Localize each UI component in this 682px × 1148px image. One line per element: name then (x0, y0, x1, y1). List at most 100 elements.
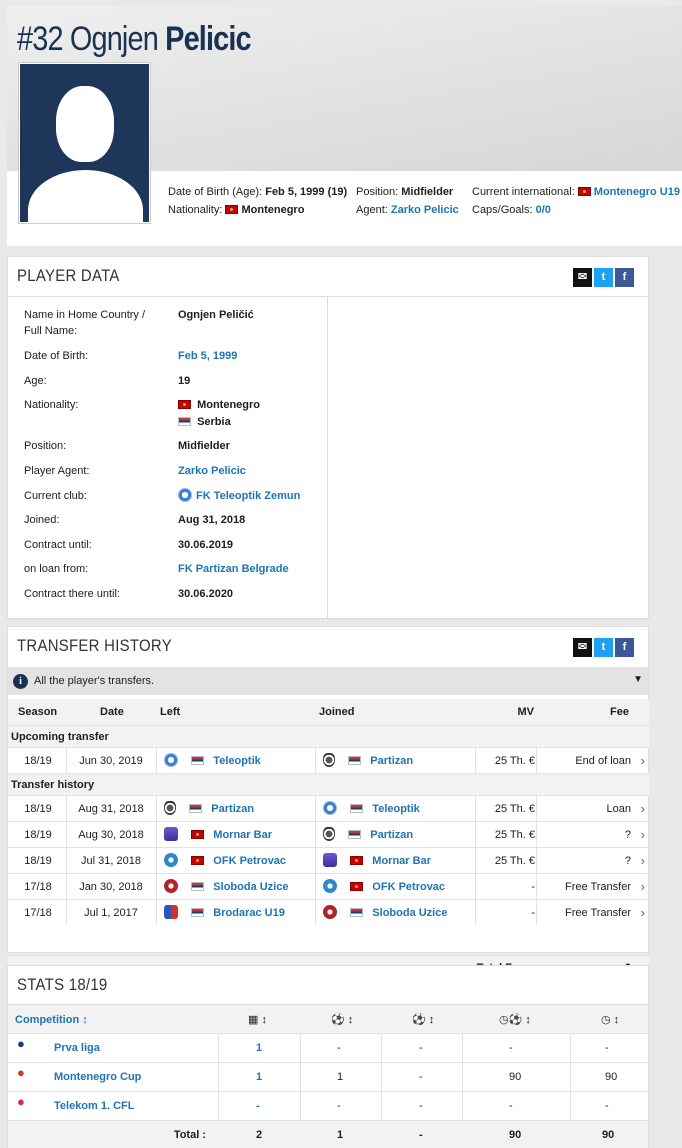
caps-link[interactable]: 0/0 (536, 204, 551, 216)
competition-logo-icon: ● (17, 1036, 25, 1051)
stats-row: ● Prva liga 1 - - - - (8, 1033, 648, 1062)
date-cell: Jul 31, 2018 (81, 855, 141, 867)
table-row[interactable]: 18/19 Jul 31, 2018 OFK Petrovac Mornar Ba… (8, 847, 649, 873)
left-club-cell[interactable]: Sloboda Uzice (164, 874, 288, 900)
joined-club-cell[interactable]: Partizan (323, 748, 413, 774)
assists-cell: - (419, 1100, 423, 1112)
fee-cell: End of loan (575, 755, 631, 767)
goals-cell: 1 (337, 1071, 344, 1083)
chevron-right-icon[interactable]: › (641, 874, 645, 900)
chevron-right-icon[interactable]: › (641, 848, 645, 874)
competition-sort[interactable]: Competition ↕ (15, 1006, 88, 1034)
apps-cell[interactable]: 1 (256, 1034, 262, 1062)
joined-club-cell[interactable]: Sloboda Uzice (323, 900, 447, 926)
assists-icon[interactable]: ⚽ ↕ (412, 1006, 434, 1034)
left-club-cell[interactable]: Teleoptik (164, 748, 261, 774)
date-cell: Aug 30, 2018 (78, 829, 144, 841)
joined-club-cell[interactable]: Partizan (323, 822, 413, 848)
fee-cell: ? (624, 829, 631, 841)
left-header: Left (160, 706, 181, 718)
competition-link[interactable]: Montenegro Cup (54, 1063, 141, 1091)
minutes-cell: - (605, 1042, 609, 1054)
facebook-icon[interactable]: f (615, 268, 634, 287)
fee-cell: Free Transfer (564, 881, 631, 893)
competition-link[interactable]: Prva liga (54, 1034, 100, 1062)
competition-link[interactable]: Telekom 1. CFL (54, 1092, 134, 1120)
agent-info: Agent: Zarko Pelicic (356, 204, 459, 216)
table-row[interactable]: 18/19 Jun 30, 2019 Teleoptik Partizan 25 T… (8, 747, 649, 773)
apps-cell[interactable]: 1 (256, 1063, 262, 1091)
first-name: Ognjen (69, 20, 159, 58)
chevron-right-icon[interactable]: › (641, 822, 645, 848)
left-club-cell[interactable]: Partizan (164, 796, 254, 822)
last-name: Pelicic (165, 20, 251, 58)
joined-club-cell[interactable]: Mornar Bar (323, 848, 431, 874)
mv-cell: - (531, 881, 535, 893)
club-crest-icon (164, 905, 178, 919)
player-data-title: PLAYER DATA (17, 266, 120, 285)
season-cell: 18/19 (24, 829, 52, 841)
club-label: Current club: (24, 490, 87, 502)
international-link[interactable]: Montenegro U19 (594, 186, 680, 198)
name-value: Ognjen Peličić (178, 309, 254, 321)
table-row[interactable]: 18/19 Aug 31, 2018 Partizan Teleoptik 25 T… (8, 795, 649, 821)
table-row[interactable]: 17/18 Jan 30, 2018 Sloboda Uzice OFK Petr… (8, 873, 649, 899)
left-club-cell[interactable]: Brodarac U19 (164, 900, 285, 926)
table-row[interactable]: 17/18 Jul 1, 2017 Brodarac U19 Sloboda Uz… (8, 899, 649, 925)
joined-club-cell[interactable]: OFK Petrovac (323, 874, 445, 900)
table-row[interactable]: 18/19 Aug 30, 2018 Mornar Bar Partizan 25 … (8, 821, 649, 847)
minutes-icon[interactable]: ◷ ↕ (601, 1006, 619, 1034)
season-cell: 17/18 (24, 881, 52, 893)
club-crest-icon (323, 827, 335, 841)
mv-cell: 25 Th. € (494, 829, 535, 841)
season-cell: 18/19 (24, 803, 52, 815)
joined-value: Aug 31, 2018 (178, 514, 246, 526)
loan-club-link[interactable]: FK Partizan Belgrade (178, 561, 289, 577)
facebook-icon[interactable]: f (615, 638, 634, 657)
nationality-2: Serbia (178, 414, 231, 430)
total-goals: 1 (337, 1129, 344, 1141)
minutes-per-goal-icon[interactable]: ◷⚽ ↕ (499, 1006, 531, 1034)
country-flag-icon (191, 856, 205, 865)
chevron-right-icon[interactable]: › (641, 748, 645, 774)
position-value: Midfielder (178, 440, 230, 452)
goals-icon[interactable]: ⚽ ↕ (331, 1006, 353, 1034)
mv-cell: 25 Th. € (494, 755, 535, 767)
age-value: 19 (178, 375, 191, 387)
agent-link[interactable]: Zarko Pelicic (178, 463, 246, 479)
minutes-cell: - (605, 1100, 609, 1112)
apps-cell[interactable]: - (256, 1092, 260, 1120)
competition-logo-icon: ● (17, 1094, 25, 1109)
left-club-cell[interactable]: OFK Petrovac (164, 848, 286, 874)
left-club-cell[interactable]: Mornar Bar (164, 822, 272, 848)
age-label: Age: (24, 375, 47, 387)
player-header: #32 Ognjen Pelicic Date of Birth (Age): … (7, 6, 682, 246)
chevron-right-icon[interactable]: › (641, 796, 645, 822)
montenegro-flag-icon (577, 187, 591, 196)
position-label: Position: (24, 440, 67, 452)
chevron-down-icon[interactable]: ▼ (633, 674, 643, 685)
stats-header: Competition ↕ ▦ ↕ ⚽ ↕ ⚽ ↕ ◷⚽ ↕ ◷ ↕ (8, 1004, 648, 1034)
info-bar[interactable]: i All the player's transfers. ▼ (8, 667, 648, 695)
email-icon[interactable]: ✉ (573, 268, 592, 287)
twitter-icon[interactable]: t (594, 638, 613, 657)
email-icon[interactable]: ✉ (573, 638, 592, 657)
date-cell: Jul 1, 2017 (84, 907, 138, 919)
goals-cell: - (337, 1042, 341, 1054)
minutes-per-goal-cell: - (509, 1100, 513, 1112)
current-club[interactable]: FK Teleoptik Zemun (178, 488, 300, 504)
agent-link[interactable]: Zarko Pelicic (391, 204, 459, 216)
player-avatar (18, 62, 151, 224)
chevron-right-icon[interactable]: › (641, 900, 645, 926)
appearances-icon[interactable]: ▦ ↕ (248, 1006, 267, 1034)
country-flag-icon (350, 856, 364, 865)
country-flag-icon (348, 756, 362, 765)
date-header: Date (100, 706, 124, 718)
nationality-label: Nationality: (24, 399, 79, 411)
stats-row: ● Telekom 1. CFL - - - - - (8, 1091, 648, 1120)
twitter-icon[interactable]: t (594, 268, 613, 287)
joined-club-cell[interactable]: Teleoptik (323, 796, 420, 822)
date-cell: Jun 30, 2019 (79, 755, 143, 767)
dob-link[interactable]: Feb 5, 1999 (178, 348, 237, 364)
season-cell: 17/18 (24, 907, 52, 919)
